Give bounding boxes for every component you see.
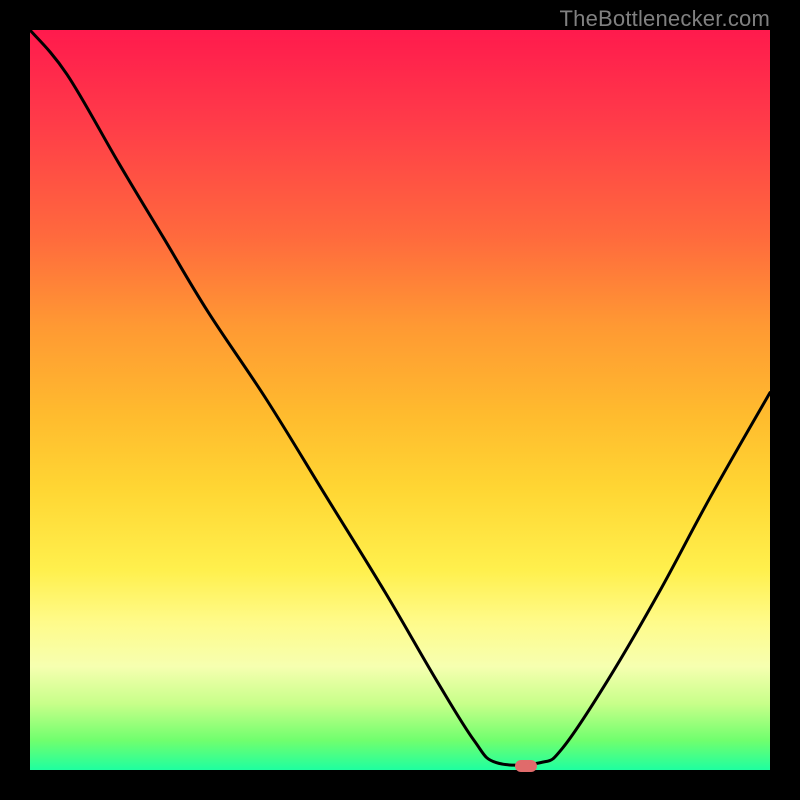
bottleneck-curve [30,30,770,770]
watermark-text: TheBottlenecker.com [560,6,770,32]
chart-stage: TheBottlenecker.com [0,0,800,800]
optimal-marker [515,760,537,772]
plot-area [30,30,770,770]
